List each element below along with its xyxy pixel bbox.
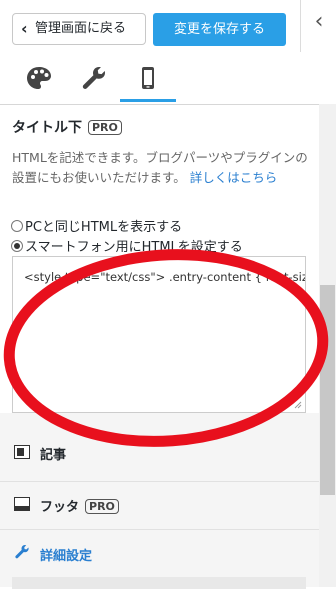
scrollbar-thumb[interactable]	[320, 285, 335, 495]
tab-design[interactable]	[25, 64, 53, 92]
panel-divider	[0, 529, 319, 530]
radio-button-selected[interactable]	[11, 240, 23, 252]
wrench-icon	[15, 545, 29, 559]
header-divider	[0, 104, 336, 105]
collapsed-subpanel	[12, 577, 306, 589]
customizer-header: ‹ 管理画面に戻る 変更を保存する ‹	[0, 0, 336, 104]
pro-badge: PRO	[88, 120, 122, 135]
panel-footer[interactable]: フッタ PRO	[0, 482, 319, 526]
collapse-sidebar-button[interactable]: ‹	[300, 0, 336, 52]
wrench-icon	[82, 67, 105, 89]
palette-icon	[27, 67, 51, 89]
panel-label: フッタ PRO	[40, 496, 119, 515]
radio-label: スマートフォン用にHTMLを設定する	[25, 240, 243, 255]
device-tab-bar	[0, 52, 336, 104]
footer-label-text: フッタ	[40, 500, 80, 515]
section-title-text: タイトル下	[12, 120, 82, 136]
save-changes-button[interactable]: 変更を保存する	[153, 13, 286, 46]
radio-button[interactable]	[11, 220, 23, 232]
radio-same-as-pc[interactable]: PCと同じHTMLを表示する	[11, 216, 182, 235]
tab-smartphone[interactable]	[134, 64, 162, 92]
radio-smartphone-html[interactable]: スマートフォン用にHTMLを設定する	[11, 236, 243, 255]
code-content: <style type="text/css"> .entry-content {…	[24, 270, 306, 284]
chevron-left-icon: ‹	[314, 9, 324, 34]
panel-label: 記事	[40, 448, 67, 463]
back-to-admin-button[interactable]: ‹ 管理画面に戻る	[12, 13, 146, 45]
radio-label: PCと同じHTMLを表示する	[25, 220, 183, 235]
resize-grip-icon[interactable]	[294, 401, 302, 409]
footer-layout-icon	[14, 497, 30, 511]
chevron-left-icon: ‹	[21, 19, 28, 38]
back-button-label: 管理画面に戻る	[35, 21, 127, 36]
section-description: HTMLを記述できます。ブログパーツやプラグインの設置にもお使いいただけます。 …	[12, 148, 312, 188]
section-title: タイトル下 PRO	[12, 117, 122, 137]
panel-advanced-settings[interactable]: 詳細設定	[0, 531, 319, 575]
html-code-textarea[interactable]: <style type="text/css"> .entry-content {…	[12, 256, 306, 413]
smartphone-icon	[142, 67, 154, 89]
details-link[interactable]: 詳しくはこちら	[190, 170, 278, 185]
article-layout-icon	[14, 445, 30, 459]
panel-article[interactable]: 記事	[0, 430, 319, 474]
pro-badge: PRO	[85, 499, 119, 514]
panel-label: 詳細設定	[40, 549, 93, 564]
tab-settings[interactable]	[80, 64, 108, 92]
active-tab-indicator	[120, 99, 176, 102]
